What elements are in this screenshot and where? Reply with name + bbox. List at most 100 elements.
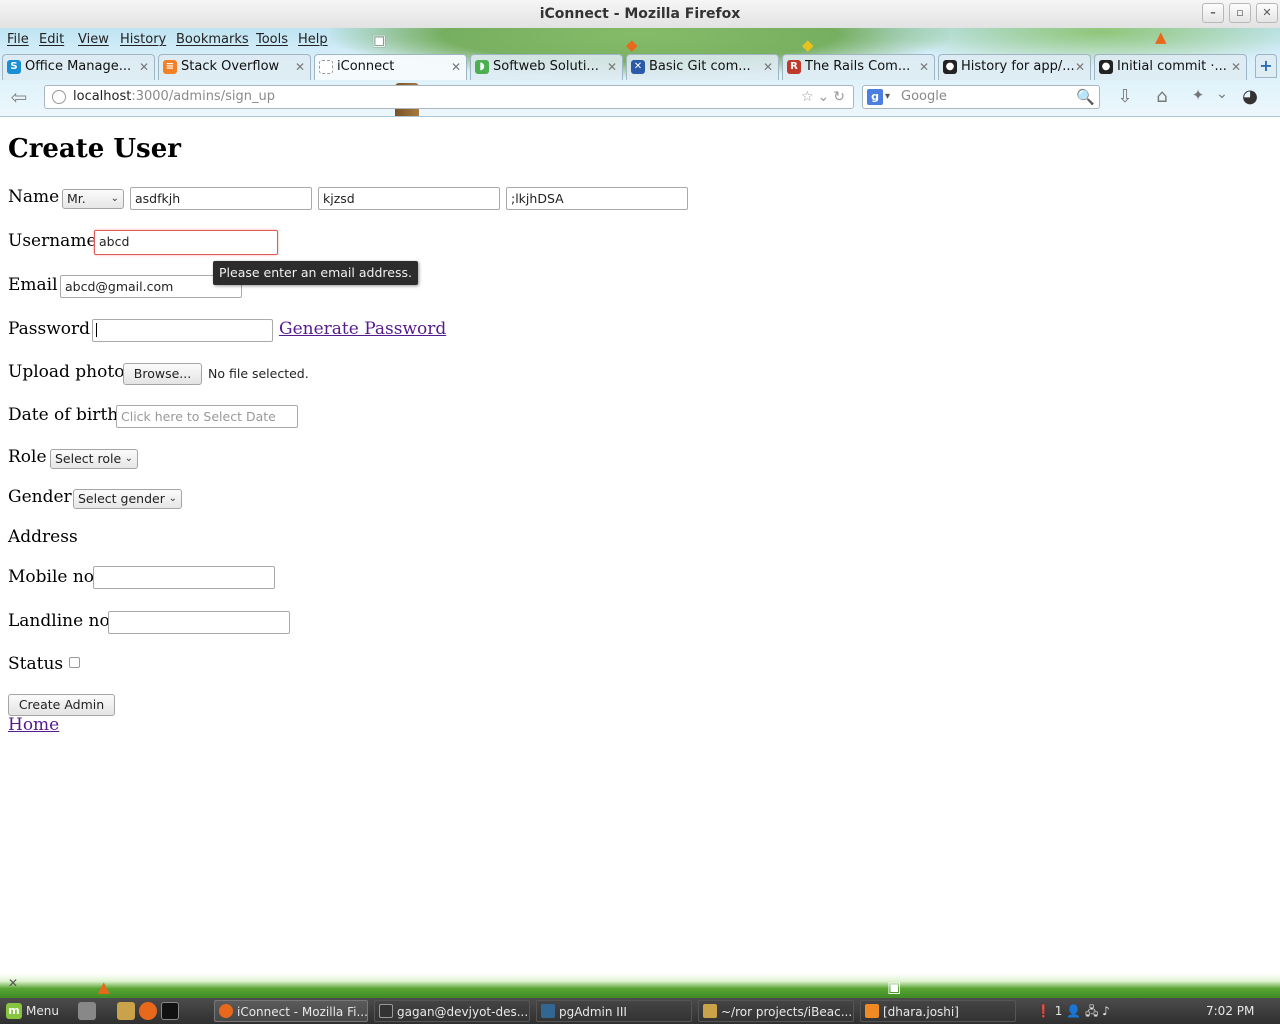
theme-bird-icon: ◆ xyxy=(802,36,814,54)
terminal-icon[interactable] xyxy=(161,1002,179,1020)
folder-icon[interactable] xyxy=(117,1002,135,1020)
skype-icon: S xyxy=(7,60,21,74)
tab-close-icon[interactable]: ✕ xyxy=(919,55,929,79)
tab-label: The Rails Com... xyxy=(805,59,911,74)
home-icon[interactable]: ⌂ xyxy=(1150,86,1174,107)
gender-select[interactable]: Select gender ⌄ xyxy=(73,489,182,509)
address-label: Address xyxy=(8,527,78,547)
password-label: Password xyxy=(8,319,91,339)
taskbar-item-pgadmin[interactable]: pgAdmin III xyxy=(536,1000,692,1022)
pgadmin-icon xyxy=(541,1004,555,1018)
blank-page-icon xyxy=(319,60,333,74)
taskbar-item-file-manager[interactable]: ~/ror projects/iBeac... xyxy=(698,1000,854,1022)
close-window-button[interactable]: ✕ xyxy=(1256,3,1278,23)
task-label: iConnect - Mozilla Fi... xyxy=(237,1005,368,1019)
chevron-down-icon: ⌄ xyxy=(168,493,177,504)
tab-initial-commit[interactable]: ● Initial commit ·... ✕ xyxy=(1094,54,1247,80)
status-checkbox[interactable] xyxy=(69,657,80,668)
close-icon[interactable]: ✕ xyxy=(8,976,18,990)
tab-close-icon[interactable]: ✕ xyxy=(607,55,617,79)
name-title-value: Mr. xyxy=(67,191,86,206)
password-input[interactable] xyxy=(92,319,273,342)
page-title: Create User xyxy=(8,134,181,164)
chevron-down-icon: ⌄ xyxy=(124,453,133,464)
menu-help[interactable]: Help xyxy=(298,32,328,47)
new-tab-button[interactable]: + xyxy=(1255,54,1277,78)
browser-chrome: File Edit View History Bookmarks Tools H… xyxy=(0,28,1280,117)
menu-tools[interactable]: Tools xyxy=(256,32,288,47)
task-label: gagan@devjyot-des... xyxy=(397,1005,529,1019)
taskbar-item-terminal[interactable]: gagan@devjyot-des... xyxy=(374,1000,530,1022)
tab-close-icon[interactable]: ✕ xyxy=(1075,55,1085,79)
menu-bookmarks[interactable]: Bookmarks xyxy=(176,32,249,47)
desktop-grass-decoration: ✕ ▲ ▣ xyxy=(0,974,1280,998)
tab-stack-overflow[interactable]: ≡ Stack Overflow ✕ xyxy=(158,54,311,80)
tab-close-icon[interactable]: ✕ xyxy=(451,55,461,79)
system-tray[interactable]: ❗ 1 👤 🖧 ♪ xyxy=(1036,998,1110,1024)
tab-softweb[interactable]: ◗ Softweb Soluti... ✕ xyxy=(470,54,623,80)
globe-icon xyxy=(52,90,66,104)
home-link[interactable]: Home xyxy=(8,715,59,735)
username-input[interactable]: abcd xyxy=(94,230,278,255)
taskbar-item-pidgin[interactable]: [dhara.joshi] xyxy=(860,1000,1016,1022)
tab-basic-git[interactable]: ✕ Basic Git com... ✕ xyxy=(626,54,779,80)
menu-history[interactable]: History xyxy=(120,32,166,47)
chevron-down-icon: ⌄ xyxy=(110,193,119,204)
browse-button[interactable]: Browse... xyxy=(123,363,202,385)
tab-close-icon[interactable]: ✕ xyxy=(763,55,773,79)
generate-password-link[interactable]: Generate Password xyxy=(279,319,446,339)
create-admin-button[interactable]: Create Admin xyxy=(8,694,115,716)
search-placeholder: Google xyxy=(901,89,947,104)
menu-file[interactable]: File xyxy=(7,32,29,47)
mobile-input[interactable] xyxy=(93,566,275,589)
firefox-icon[interactable] xyxy=(139,1002,157,1020)
landline-input[interactable] xyxy=(108,611,290,634)
softweb-icon: ◗ xyxy=(475,60,489,74)
taskbar-item-firefox[interactable]: iConnect - Mozilla Fi... xyxy=(214,1000,368,1022)
search-bar[interactable]: g ▾ Google 🔍 xyxy=(862,85,1100,109)
name-label: Name xyxy=(8,187,60,207)
menu-edit[interactable]: Edit xyxy=(39,32,64,47)
search-icon[interactable]: 🔍 xyxy=(1076,86,1095,108)
search-engine-dropdown-icon[interactable]: ▾ xyxy=(885,86,890,108)
role-select[interactable]: Select role ⌄ xyxy=(50,449,138,469)
chevron-down-icon[interactable]: ⌄ xyxy=(1210,86,1234,102)
pidgin-icon xyxy=(865,1004,879,1018)
show-desktop-icon[interactable] xyxy=(78,1002,96,1020)
first-name-input[interactable]: asdfkjh xyxy=(130,187,312,210)
theme-cat-icon: ▣ xyxy=(887,978,902,996)
tab-history-for-app[interactable]: ● History for app/... ✕ xyxy=(938,54,1091,80)
addon-icon[interactable]: ✦ xyxy=(1186,86,1210,104)
clock[interactable]: 7:02 PM xyxy=(1206,998,1254,1024)
rails-icon: R xyxy=(787,60,801,74)
firefox-icon xyxy=(219,1004,233,1018)
profile-icon[interactable]: ◕ xyxy=(1238,86,1262,107)
back-arrow-icon[interactable]: ⇦ xyxy=(4,84,34,110)
minimize-button[interactable]: – xyxy=(1202,3,1224,23)
maximize-button[interactable]: ▫ xyxy=(1229,3,1251,23)
window-titlebar: iConnect - Mozilla Firefox – ▫ ✕ xyxy=(0,0,1280,28)
username-label: Username xyxy=(8,231,97,251)
validation-tooltip: Please enter an email address. xyxy=(213,261,418,285)
tab-label: Office Manage... xyxy=(25,59,132,74)
tab-close-icon[interactable]: ✕ xyxy=(295,55,305,79)
download-icon[interactable]: ⇩ xyxy=(1113,86,1137,107)
tab-close-icon[interactable]: ✕ xyxy=(1231,55,1241,79)
google-search-engine-icon[interactable]: g xyxy=(867,89,883,105)
theme-cat-icon: ▣ xyxy=(372,31,387,49)
menu-view[interactable]: View xyxy=(78,32,109,47)
url-bar[interactable]: localhost:3000/admins/sign_up ☆⌄↻ xyxy=(44,85,854,109)
start-menu-button[interactable]: m Menu xyxy=(4,998,59,1024)
dob-input[interactable]: Click here to Select Date xyxy=(116,405,298,428)
tab-iconnect[interactable]: iConnect ✕ xyxy=(314,54,467,80)
middle-name-input[interactable]: kjzsd xyxy=(318,187,500,210)
bookmark-star-reload-icons[interactable]: ☆⌄↻ xyxy=(801,86,849,108)
email-label: Email xyxy=(8,275,58,295)
terminal-icon xyxy=(379,1004,393,1018)
tab-close-icon[interactable]: ✕ xyxy=(139,55,149,79)
task-label: [dhara.joshi] xyxy=(883,1005,959,1019)
tab-office-manage[interactable]: S Office Manage... ✕ xyxy=(2,54,155,80)
tab-rails-commands[interactable]: R The Rails Com... ✕ xyxy=(782,54,935,80)
name-title-select[interactable]: Mr. ⌄ xyxy=(62,189,124,209)
last-name-input[interactable]: ;lkjhDSA xyxy=(506,187,688,210)
